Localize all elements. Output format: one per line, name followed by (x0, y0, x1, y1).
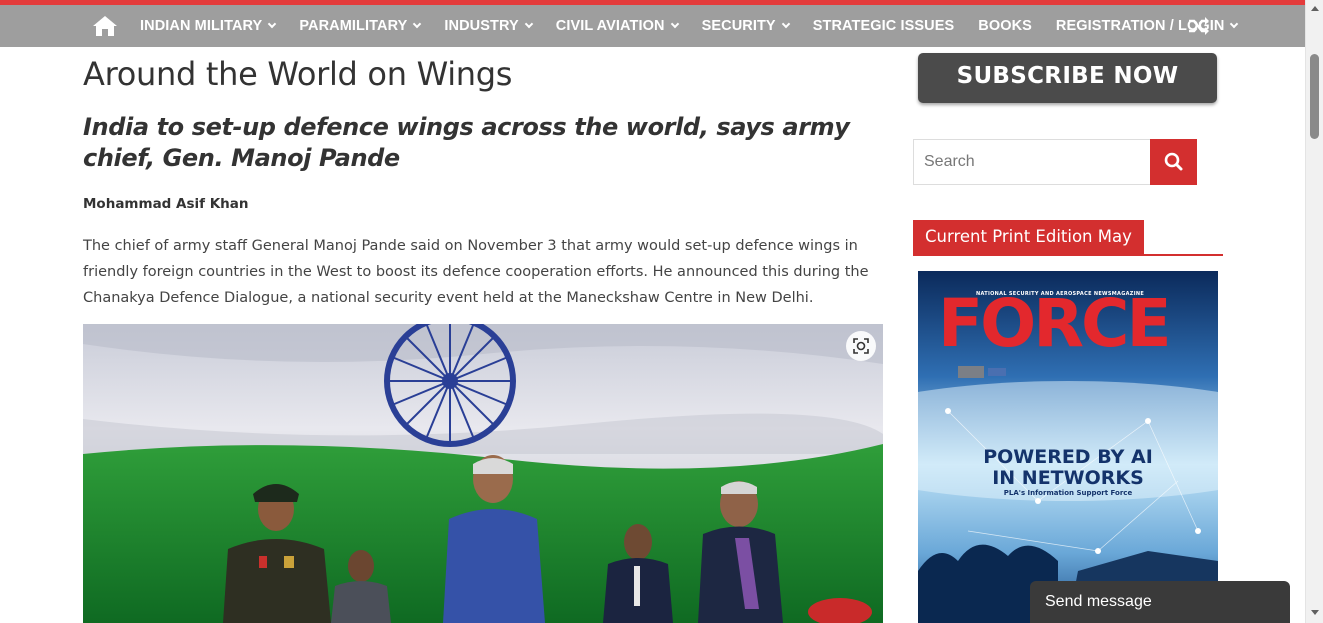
chevron-down-icon (524, 19, 534, 29)
chevron-down-icon (670, 19, 679, 29)
chevron-down-icon (781, 19, 790, 29)
subscribe-button[interactable]: SUBSCRIBE NOW (918, 53, 1217, 103)
shuffle-icon[interactable] (1188, 16, 1210, 36)
cover-masthead: FORCE (938, 285, 1172, 362)
nav-item-books[interactable]: BOOKS (966, 5, 1044, 47)
nav-item-strategic-issues[interactable]: STRATEGIC ISSUES (801, 5, 967, 47)
scroll-down-arrow-icon[interactable] (1311, 610, 1319, 615)
nav-item-security[interactable]: SECURITY (690, 5, 801, 47)
chevron-down-icon (413, 19, 422, 29)
nav-item-indian-military[interactable]: INDIAN MILITARY (128, 5, 287, 47)
chevron-down-icon (1230, 19, 1239, 29)
search-input[interactable] (913, 139, 1151, 185)
search-icon (1164, 152, 1183, 171)
article-body: The chief of army staff General Manoj Pa… (83, 238, 869, 306)
scrollbar-thumb[interactable] (1310, 54, 1319, 139)
article-subtitle: India to set-up defence wings across the… (83, 113, 850, 172)
article-photo (83, 324, 883, 623)
search-button[interactable] (1150, 139, 1197, 185)
cover-subline: PLA's Information Support Force (1003, 489, 1133, 497)
magazine-cover[interactable]: NATIONAL SECURITY AND AEROSPACE NEWSMAGA… (918, 271, 1218, 623)
article-author: Mohammad Asif Khan (83, 196, 249, 212)
nav-item-civil-aviation[interactable]: CIVIL AVIATION (544, 5, 690, 47)
nav-menu: INDIAN MILITARY PARAMILITARY INDUSTRY CI… (128, 5, 1249, 47)
main-nav: INDIAN MILITARY PARAMILITARY INDUSTRY CI… (0, 5, 1305, 47)
visual-search-icon[interactable] (846, 331, 876, 361)
nav-item-industry[interactable]: INDUSTRY (432, 5, 543, 47)
cover-headline: POWERED BY AI IN NETWORKS (983, 446, 1153, 489)
send-message-chat-button[interactable]: Send message (1030, 581, 1290, 623)
article-title: Around the World on Wings (83, 55, 513, 93)
nav-item-paramilitary[interactable]: PARAMILITARY (287, 5, 432, 47)
print-edition-heading: Current Print Edition May (913, 220, 1144, 254)
chevron-down-icon (268, 19, 277, 29)
scrollbar[interactable] (1305, 0, 1323, 623)
nav-item-registration-login[interactable]: REGISTRATION / LOGIN (1044, 5, 1249, 47)
search-form (913, 139, 1197, 185)
home-icon[interactable] (92, 15, 118, 37)
heading-divider (913, 254, 1223, 256)
scroll-up-arrow-icon[interactable] (1311, 6, 1319, 11)
